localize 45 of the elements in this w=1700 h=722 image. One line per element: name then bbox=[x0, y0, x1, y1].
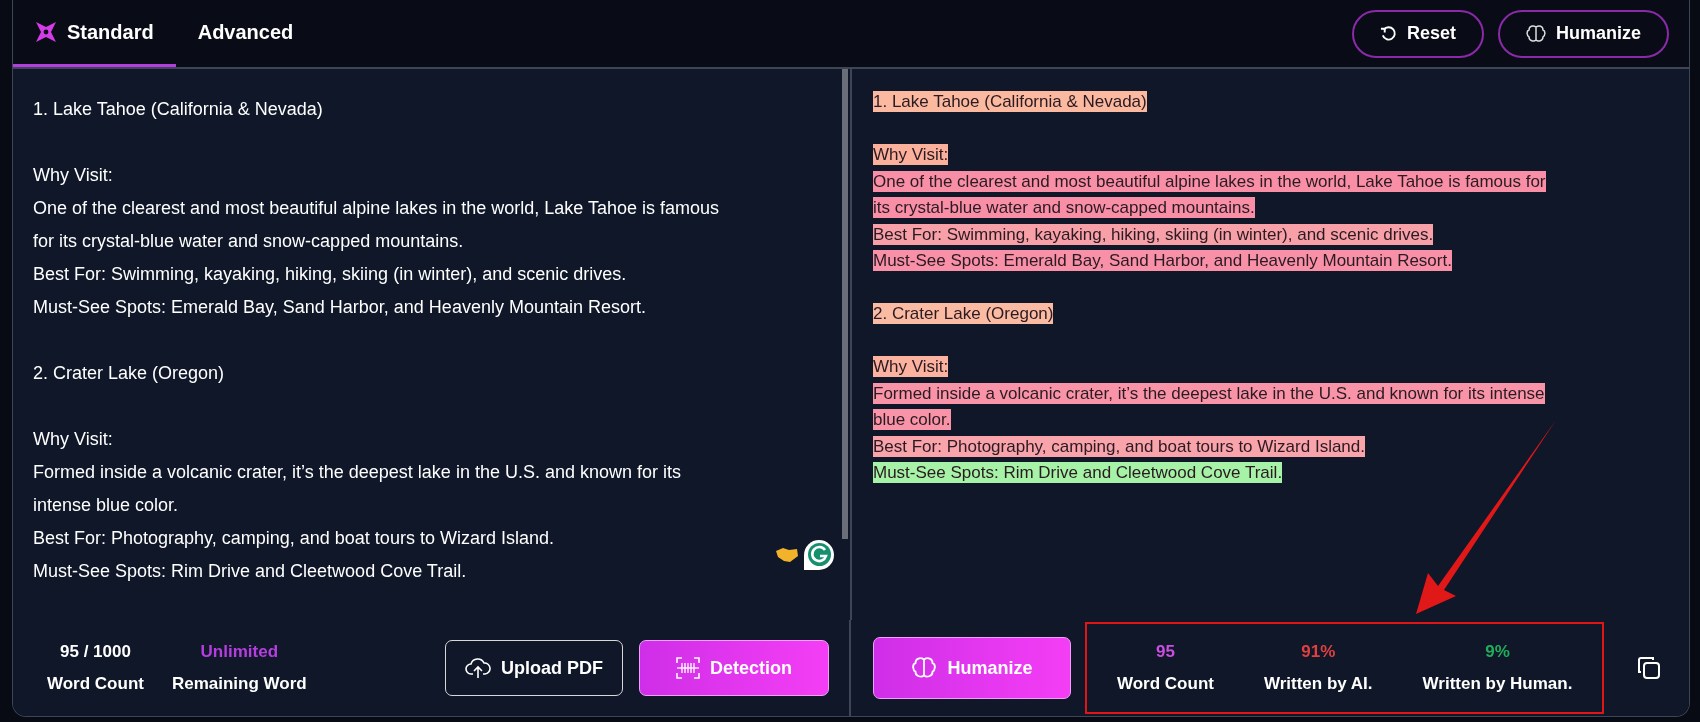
reset-icon bbox=[1379, 25, 1397, 42]
stat-value: 9% bbox=[1485, 642, 1510, 662]
stat-value: Unlimited bbox=[200, 642, 279, 662]
brain-icon bbox=[911, 657, 938, 679]
cloud-upload-icon bbox=[465, 657, 491, 679]
input-text-line: Best For: Photography, camping, and boat tours to Wizard Island. bbox=[33, 527, 555, 550]
stat-value: 95 / 1000 bbox=[60, 642, 131, 662]
stat-label: Remaining Word bbox=[171, 674, 307, 694]
reset-button[interactable]: Reset bbox=[1351, 9, 1484, 58]
stat-value: 91% bbox=[1301, 642, 1336, 662]
input-text-line: 2. Crater Lake (Oregon) bbox=[33, 362, 226, 385]
input-text-line: Why Visit: bbox=[33, 164, 114, 187]
highlighted-text: its crystal-blue water and snow-capped mountains. bbox=[873, 197, 1255, 218]
highlighted-text: blue color. bbox=[873, 409, 951, 430]
highlighted-text: Formed inside a volcanic crater, it’s the deepest lake in the U.S. and known for its intense bbox=[873, 382, 1545, 404]
stat-label: Written by Human. bbox=[1422, 674, 1573, 694]
input-text-line: Why Visit: bbox=[33, 428, 114, 451]
stat-label: Written by AI. bbox=[1263, 674, 1373, 694]
input-text-line: Must-See Spots: Rim Drive and Cleetwood Cove Trail. bbox=[33, 560, 468, 583]
barcode-scan-icon bbox=[676, 657, 700, 679]
highlighted-text: One of the clearest and most beautiful alpine lakes in the world, Lake Tahoe is famous for bbox=[873, 170, 1546, 192]
input-text-line: Best For: Swimming, kayaking, hiking, skiing (in winter), and scenic drives. bbox=[33, 263, 628, 286]
brain-icon bbox=[1525, 24, 1546, 43]
stat-label: Word Count bbox=[47, 674, 144, 694]
highlighted-text: 2. Crater Lake (Oregon) bbox=[873, 303, 1054, 324]
upload-button[interactable]: Upload PDF bbox=[445, 640, 623, 696]
highlighted-text: Must-See Spots: Emerald Bay, Sand Harbor, and Heavenly Mountain Resort. bbox=[873, 250, 1452, 271]
highlighted-text: Why Visit: bbox=[873, 144, 949, 165]
input-text-line: Must-See Spots: Emerald Bay, Sand Harbor, and Heavenly Mountain Resort. bbox=[33, 296, 647, 319]
humanize-button[interactable]: Humanize bbox=[1497, 9, 1669, 58]
stat-value: 95 bbox=[1156, 642, 1175, 662]
highlighted-text: 1. Lake Tahoe (California & Nevada) bbox=[873, 91, 1147, 112]
tab[interactable]: Advanced bbox=[175, 0, 316, 67]
scrollbar[interactable] bbox=[842, 69, 848, 539]
stat-label: Word Count bbox=[1117, 674, 1214, 694]
highlighted-text: Why Visit: bbox=[873, 356, 949, 377]
highlighted-text: Best For: Swimming, kayaking, hiking, skiing (in winter), and scenic drives. bbox=[873, 223, 1434, 245]
highlighted-text: Best For: Photography, camping, and boat tours to Wizard Island. bbox=[873, 435, 1365, 457]
star-logo-icon bbox=[35, 21, 57, 43]
input-text-line: Formed inside a volcanic crater, it’s the deepest lake in the U.S. and known for its intense blue color. bbox=[33, 461, 682, 517]
input-text-line: 1. Lake Tahoe (California & Nevada) bbox=[33, 98, 324, 121]
copy-icon[interactable] bbox=[1637, 656, 1661, 680]
input-text-line: One of the clearest and most beautiful alpine lakes in the world, Lake Tahoe is famous for its crystal-blue water and snow-capped mountains. bbox=[33, 197, 721, 253]
highlighted-text: Must-See Spots: Rim Drive and Cleetwood Cove Trail. bbox=[873, 462, 1283, 483]
grammar-assistant-icon[interactable] bbox=[803, 539, 835, 571]
